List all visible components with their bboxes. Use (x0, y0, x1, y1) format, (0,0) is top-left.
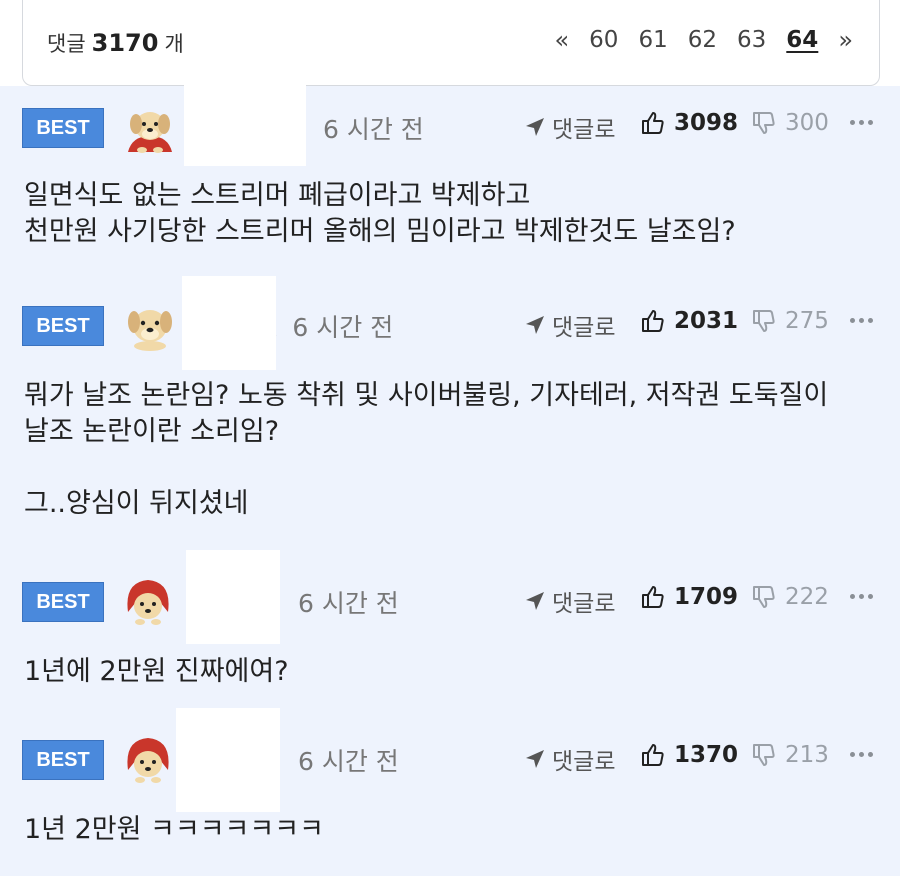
comment-item: BEST 6 시간 전 댓글로 1370 213 1년 2만원 ㅋㅋㅋㅋㅋㅋㅋ (0, 708, 900, 876)
page-link[interactable]: 62 (688, 27, 717, 53)
dog-avatar-icon[interactable] (122, 100, 178, 156)
more-options-icon[interactable] (850, 318, 874, 326)
redacted-username (176, 708, 280, 812)
like-button[interactable]: 3098 (640, 110, 738, 136)
comment-count: 댓글 3170 개 (47, 28, 184, 58)
dog-hood-avatar-icon[interactable] (120, 730, 176, 786)
like-count: 1370 (674, 742, 739, 768)
comment-time: k 6 시간 전 (262, 308, 393, 344)
comment-count-unit: 개 (164, 32, 184, 56)
more-options-icon[interactable] (850, 752, 874, 760)
dislike-count: 275 (785, 308, 829, 334)
dog-hood-avatar-icon[interactable] (120, 572, 176, 628)
like-button[interactable]: 2031 (640, 308, 738, 334)
reply-label: 댓글로 (552, 117, 616, 143)
dislike-count: 222 (785, 584, 829, 610)
thumbs-down-icon (753, 744, 775, 766)
comments-header: 댓글 3170 개 « 60 61 62 63 64 » (22, 0, 880, 86)
reply-button[interactable]: 댓글로 (524, 110, 615, 144)
comment-item: BEST 6 시간 전 댓글로 3098 300 일면식도 없는 스트리머 폐급… (0, 50, 900, 284)
like-count: 2031 (674, 308, 739, 334)
comment-count-value: 3170 (91, 29, 159, 57)
prev-page-button[interactable]: « (554, 26, 569, 54)
page-link[interactable]: 61 (638, 27, 667, 53)
send-arrow-icon (526, 118, 544, 136)
send-arrow-icon (526, 750, 544, 768)
like-button[interactable]: 1709 (640, 584, 738, 610)
comment-time: 6 시간 전 (298, 589, 399, 618)
thumbs-down-icon (753, 586, 775, 608)
more-options-icon[interactable] (850, 594, 874, 602)
send-arrow-icon (526, 316, 544, 334)
thumbs-up-icon (642, 586, 664, 608)
comment-text: 1년 2만원 ㅋㅋㅋㅋㅋㅋㅋ (24, 814, 324, 845)
reply-button[interactable]: 댓글로 (524, 308, 615, 342)
dislike-count: 213 (785, 742, 829, 768)
comment-text: 1년에 2만원 진짜에여? (24, 656, 289, 687)
best-badge: BEST (22, 108, 104, 148)
page-link[interactable]: 60 (589, 27, 618, 53)
thumbs-up-icon (642, 112, 664, 134)
redacted-username (182, 276, 276, 370)
reply-button[interactable]: 댓글로 (524, 584, 615, 618)
best-badge: BEST (22, 582, 104, 622)
comment-time: 6 시간 전 (323, 115, 424, 144)
like-button[interactable]: 1370 (640, 742, 738, 768)
like-count: 3098 (674, 110, 739, 136)
redacted-username (186, 550, 280, 644)
comment-text: 일면식도 없는 스트리머 폐급이라고 박제하고 천만원 사기당한 스트리머 올해… (24, 180, 736, 247)
thumbs-down-icon (753, 310, 775, 332)
comment-item: BEST 6 시간 전 댓글로 1709 222 1년에 2만원 진짜에여? (0, 550, 900, 718)
reply-label: 댓글로 (552, 749, 616, 775)
page-link[interactable]: 63 (737, 27, 766, 53)
reply-button[interactable]: 댓글로 (524, 742, 615, 776)
reply-label: 댓글로 (552, 315, 616, 341)
thumbs-down-icon (753, 112, 775, 134)
dislike-count: 300 (785, 110, 829, 136)
dislike-button[interactable]: 275 (751, 308, 829, 334)
next-page-button[interactable]: » (838, 26, 853, 54)
comment-text: 뭐가 날조 논란임? 노동 착취 및 사이버불링, 기자테러, 저작권 도둑질이… (24, 380, 829, 519)
pagination: « 60 61 62 63 64 » (554, 26, 853, 54)
comment-count-label: 댓글 (47, 32, 86, 56)
redacted-username (184, 50, 306, 166)
time-text: 6 시간 전 (292, 313, 394, 342)
like-count: 1709 (674, 584, 739, 610)
page-link-current[interactable]: 64 (786, 27, 818, 53)
dog-avatar-icon[interactable] (122, 296, 178, 352)
best-badge: BEST (22, 740, 104, 780)
thumbs-up-icon (642, 310, 664, 332)
comment-time: 6 시간 전 (298, 747, 399, 776)
more-options-icon[interactable] (850, 120, 874, 128)
dislike-button[interactable]: 213 (751, 742, 829, 768)
reply-label: 댓글로 (552, 591, 616, 617)
send-arrow-icon (526, 592, 544, 610)
dislike-button[interactable]: 300 (751, 110, 829, 136)
thumbs-up-icon (642, 744, 664, 766)
best-badge: BEST (22, 306, 104, 346)
dislike-button[interactable]: 222 (751, 584, 829, 610)
comment-item: BEST k 6 시간 전 댓글로 2031 275 뭐가 날조 논란임? 노동… (0, 276, 900, 560)
